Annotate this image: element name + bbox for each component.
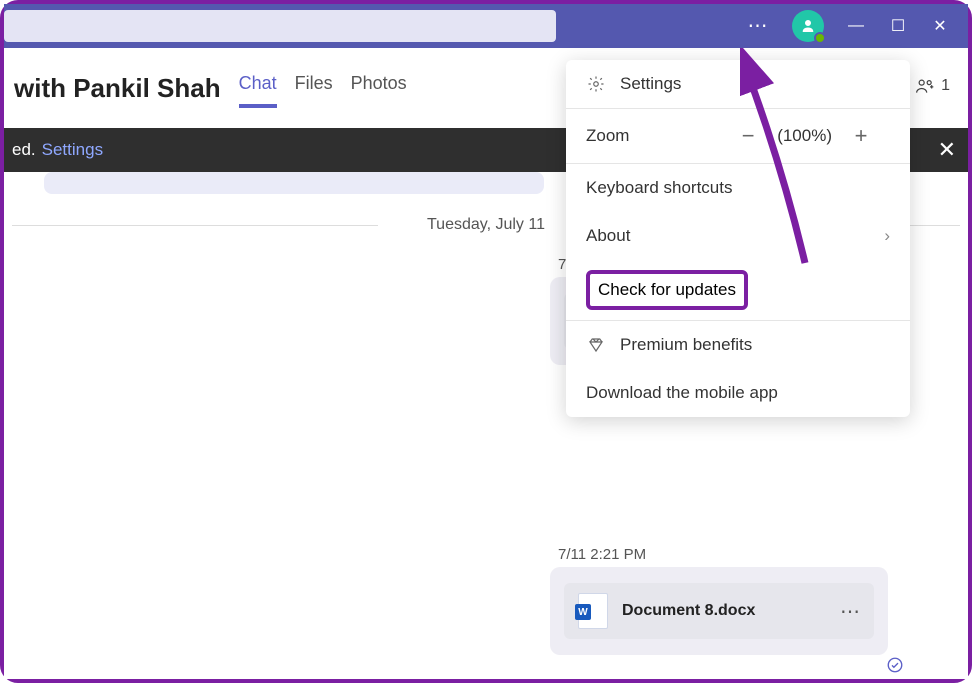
menu-zoom: Zoom − (100%) + — [566, 109, 910, 163]
chevron-right-icon: › — [884, 226, 890, 246]
file-name: Document 8.docx — [622, 602, 826, 620]
file-tile[interactable]: W Document 8.docx ⋯ — [564, 583, 874, 639]
message-bubble: 7/11 2:21 PM W Document 8.docx ⋯ — [550, 542, 888, 655]
page-title: with Pankil Shah — [14, 73, 221, 104]
presence-badge — [814, 32, 826, 44]
tab-files[interactable]: Files — [295, 73, 333, 108]
maximize-button[interactable]: ☐ — [888, 16, 908, 36]
menu-label: About — [586, 226, 630, 246]
participants-count: 1 — [941, 77, 950, 95]
tab-chat[interactable]: Chat — [239, 73, 277, 108]
minimize-button[interactable]: — — [846, 17, 866, 35]
word-file-icon: W — [578, 593, 608, 629]
zoom-out-button[interactable]: − — [739, 123, 757, 149]
search-input[interactable] — [4, 10, 556, 42]
notice-close-button[interactable]: ✕ — [938, 137, 956, 163]
person-icon — [799, 17, 817, 35]
people-add-icon — [915, 76, 935, 96]
message-timestamp: 7/11 2:21 PM — [550, 542, 888, 567]
menu-download-app[interactable]: Download the mobile app — [566, 369, 910, 417]
zoom-label: Zoom — [586, 126, 629, 146]
file-attachment: W Document 8.docx ⋯ — [550, 567, 888, 655]
diamond-icon — [586, 336, 606, 354]
window-titlebar: ⋯ — ☐ ✕ — [4, 4, 968, 48]
menu-label: Keyboard shortcuts — [586, 178, 732, 198]
participants-button[interactable]: 1 — [915, 76, 950, 96]
notice-text: ed. — [12, 140, 36, 160]
file-more-button[interactable]: ⋯ — [840, 599, 860, 624]
gear-icon — [586, 75, 606, 93]
menu-keyboard-shortcuts[interactable]: Keyboard shortcuts — [566, 164, 910, 212]
menu-label: Download the mobile app — [586, 383, 778, 403]
old-message — [44, 172, 544, 194]
menu-check-updates[interactable]: Check for updates — [586, 270, 748, 310]
more-options-button[interactable]: ⋯ — [746, 16, 770, 36]
close-window-button[interactable]: ✕ — [930, 16, 950, 36]
zoom-value: (100%) — [777, 126, 832, 146]
menu-about[interactable]: About › — [566, 212, 910, 260]
menu-label: Premium benefits — [620, 335, 752, 355]
avatar[interactable] — [792, 10, 824, 42]
menu-settings[interactable]: Settings — [566, 60, 910, 108]
menu-premium-benefits[interactable]: Premium benefits — [566, 321, 910, 369]
more-options-menu: Settings Zoom − (100%) + Keyboard shortc… — [566, 60, 910, 417]
zoom-in-button[interactable]: + — [852, 123, 870, 149]
tab-photos[interactable]: Photos — [351, 73, 407, 108]
notice-settings-link[interactable]: Settings — [42, 140, 103, 160]
sent-check-icon — [886, 656, 904, 679]
menu-label: Settings — [620, 74, 681, 94]
